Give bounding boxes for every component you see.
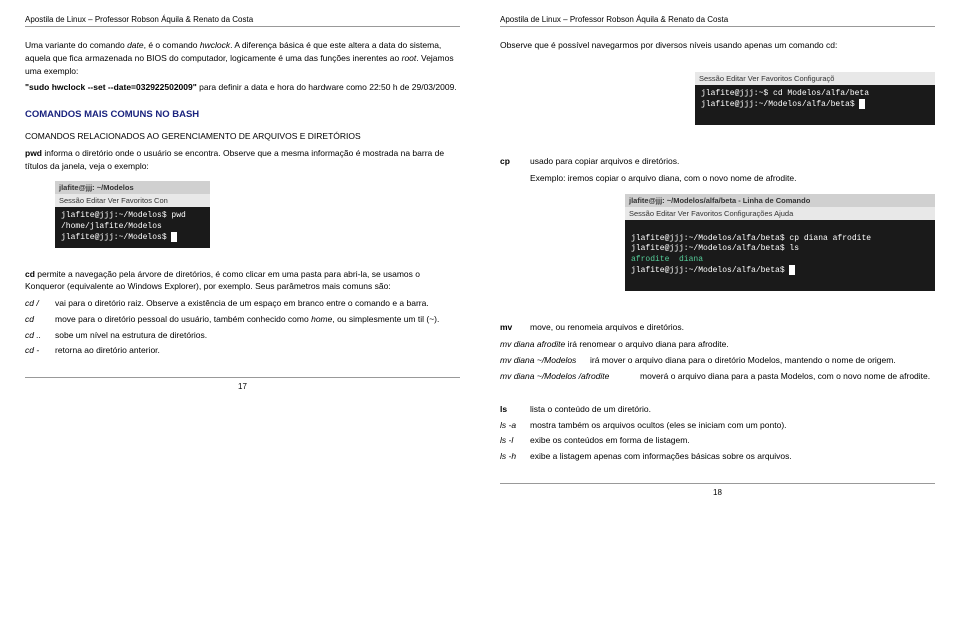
page-right: Apostila de Linux – Professor Robson Áqu… [500,15,935,497]
paragraph-cp-example: Exemplo: iremos copiar o arquivo diana, … [500,172,935,185]
header-right: Apostila de Linux – Professor Robson Áqu… [500,15,935,27]
terminal-cd-menu: Sessão Editar Ver Favoritos Configuraçõ [695,72,935,85]
cmd-cd-dotdot: cd .. sobe um nível na estrutura de dire… [25,329,460,342]
cmd-mv-move-rename: mv diana ~/Modelos /afrodite moverá o ar… [500,370,935,383]
page-number-left: 17 [25,377,460,391]
page-number-right: 18 [500,483,935,497]
paragraph-hwclock: Uma variante do comando date, é o comand… [25,39,460,77]
terminal-pwd-content: jlafite@jjj:~/Modelos$ pwd /home/jlafite… [55,207,210,247]
header-left: Apostila de Linux – Professor Robson Áqu… [25,15,460,27]
cmd-ls-h: ls -h exibe a listagem apenas com inform… [500,450,935,463]
paragraph-pwd: pwd informa o diretório onde o usuário s… [25,147,460,173]
cursor-icon [171,232,177,242]
heading-comandos-bash: COMANDOS MAIS COMUNS NO BASH [25,109,460,120]
terminal-cd-content: jlafite@jjj:~$ cd Modelos/alfa/beta jlaf… [695,85,935,125]
page-left: Apostila de Linux – Professor Robson Áqu… [25,15,460,497]
cmd-cd-dash: cd - retorna ao diretório anterior. [25,344,460,357]
terminal-cp: jlafite@jjj: ~/Modelos/alfa/beta - Linha… [625,194,935,291]
paragraph-hwclock-example: "sudo hwclock --set --date=032922502009"… [25,81,460,94]
cmd-cd-slash: cd / vai para o diretório raiz. Observe … [25,297,460,310]
cmd-ls: ls lista o conteúdo de um diretório. [500,403,935,416]
cmd-ls-a: ls -a mostra também os arquivos ocultos … [500,419,935,432]
cmd-mv-rename: mv diana afrodite irá renomear o arquivo… [500,338,935,351]
terminal-cd: Sessão Editar Ver Favoritos Configuraçõ … [695,72,935,125]
paragraph-cd-levels: Observe que é possível navegarmos por di… [500,39,935,52]
cursor-icon [789,265,795,275]
cursor-icon [859,99,865,109]
cmd-cp: cp usado para copiar arquivos e diretóri… [500,155,935,168]
terminal-cp-menu: Sessão Editar Ver Favoritos Configuraçõe… [625,207,935,220]
paragraph-cd: cd permite a navegação pela árvore de di… [25,268,460,294]
cmd-ls-l: ls -l exibe os conteúdos em forma de lis… [500,434,935,447]
subheading-gerenciamento: COMANDOS RELACIONADOS AO GERENCIAMENTO D… [25,130,460,143]
cmd-mv-move: mv diana ~/Modelos irá mover o arquivo d… [500,354,935,367]
terminal-pwd-title: jlafite@jjj: ~/Modelos [55,181,210,194]
terminal-cp-content: jlafite@jjj:~/Modelos/alfa/beta$ cp dian… [625,220,935,291]
terminal-pwd-menu: Sessão Editar Ver Favoritos Con [55,194,210,207]
cmd-mv: mv move, ou renomeia arquivos e diretóri… [500,321,935,334]
terminal-cp-title: jlafite@jjj: ~/Modelos/alfa/beta - Linha… [625,194,935,207]
cmd-cd-home: cd move para o diretório pessoal do usuá… [25,313,460,326]
terminal-pwd: jlafite@jjj: ~/Modelos Sessão Editar Ver… [55,181,210,247]
